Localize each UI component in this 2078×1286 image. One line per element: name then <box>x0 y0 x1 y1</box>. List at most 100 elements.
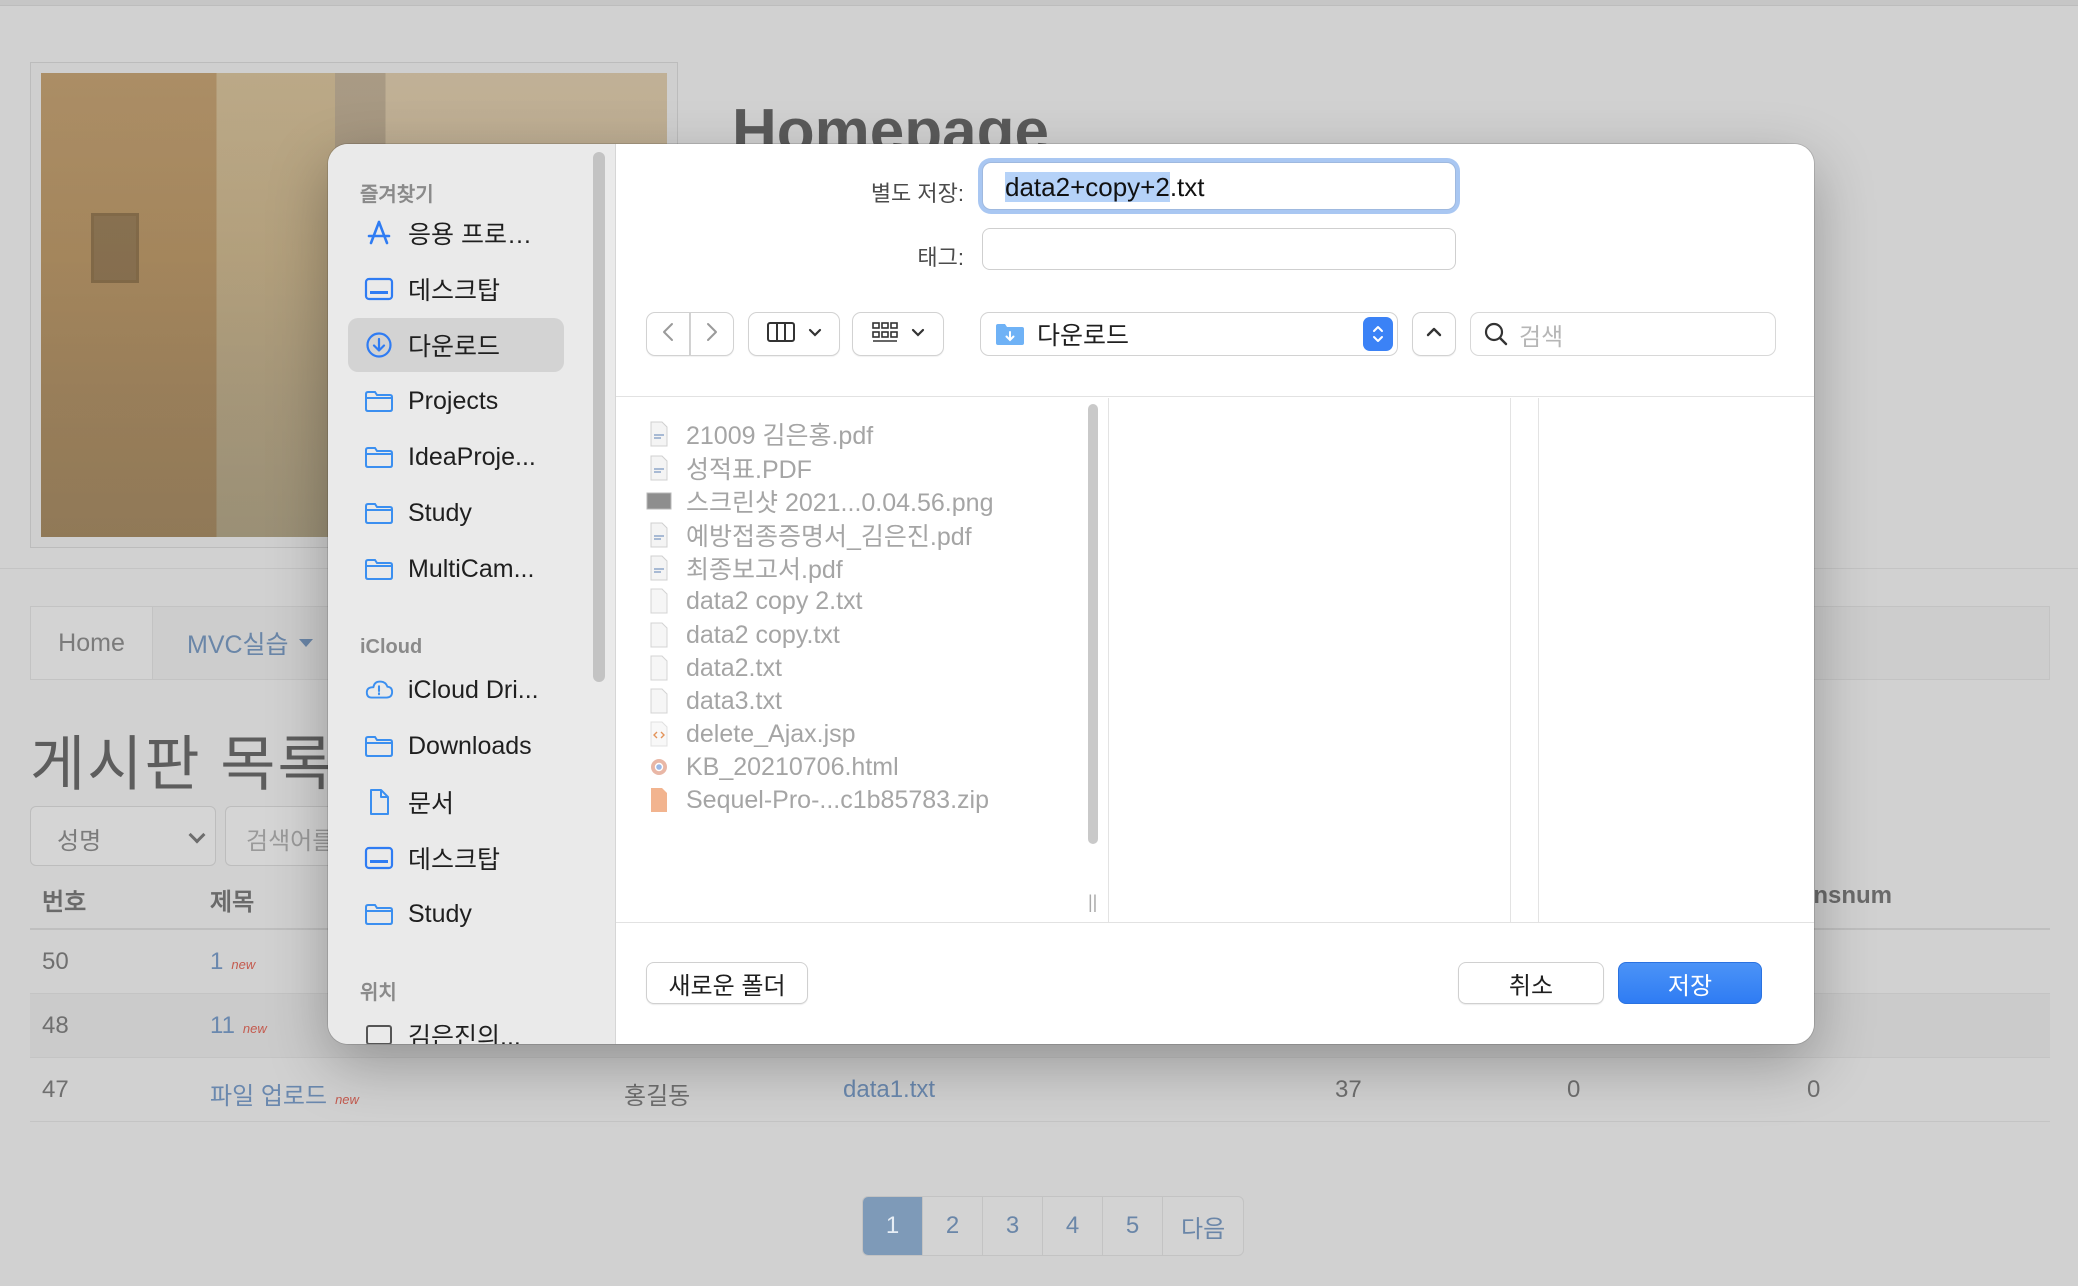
cancel-button[interactable]: 취소 <box>1458 962 1604 1004</box>
row-ansnum: 0 <box>1807 1076 1821 1103</box>
chevron-right-icon <box>705 321 719 348</box>
document-icon <box>364 787 394 817</box>
search-type-value: 성명 <box>57 828 102 855</box>
file-list-column: 21009 김은홍.pdf 성적표.PDF 스크린샷 2021...0.04.5… <box>616 398 1086 922</box>
sidebar-item-label: 문서 <box>408 790 455 818</box>
row-num: 47 <box>42 1076 69 1103</box>
row-num: 48 <box>42 1012 69 1039</box>
computer-icon <box>364 1020 394 1044</box>
sidebar-item-label: 응용 프로… <box>408 221 532 249</box>
row-num: 50 <box>42 948 69 975</box>
sidebar-item-icloud-drive[interactable]: iCloud Dri... <box>348 663 564 717</box>
row-views: 37 <box>1335 1076 1362 1103</box>
pdf-file-icon <box>646 453 672 483</box>
folder-icon <box>364 731 394 761</box>
sidebar-item-label: Downloads <box>408 731 532 760</box>
location-label: 다운로드 <box>1037 322 1130 350</box>
sidebar-item-multicampus[interactable]: MultiCam... <box>348 542 564 596</box>
column-divider <box>1108 398 1109 922</box>
file-list-scrollbar[interactable] <box>1086 404 1100 852</box>
sidebar-item-ideaprojects[interactable]: IdeaProje... <box>348 430 564 484</box>
sidebar-item-label: Projects <box>408 386 499 415</box>
location-popup[interactable]: 다운로드 <box>980 312 1398 356</box>
column-resize-handle-icon[interactable]: || <box>1088 892 1097 913</box>
sidebar-item-label: iCloud Dri... <box>408 675 539 704</box>
new-badge: new <box>335 1092 359 1107</box>
sidebar-item-downloads[interactable]: 다운로드 <box>348 318 564 372</box>
pdf-file-icon <box>646 520 672 550</box>
row-count: 0 <box>1567 1076 1581 1103</box>
file-name: 21009 김은홍.pdf <box>686 422 874 450</box>
row-title-link[interactable]: 11 new <box>210 1012 267 1040</box>
page-1[interactable]: 1 <box>863 1197 923 1255</box>
tags-input[interactable] <box>982 228 1456 270</box>
text-file-icon <box>646 586 672 616</box>
code-file-icon <box>646 719 672 749</box>
sidebar-item-study[interactable]: Study <box>348 486 564 540</box>
row-title-text: 파일 업로드 <box>210 1083 328 1110</box>
row-file-link[interactable]: data1.txt <box>843 1076 935 1104</box>
desktop-icon <box>364 274 394 304</box>
back-button[interactable] <box>646 312 690 356</box>
sidebar-item-projects[interactable]: Projects <box>348 374 564 428</box>
search-placeholder: 검색 <box>1519 323 1564 351</box>
folder-icon <box>364 442 394 472</box>
nav-mvc-label: MVC실습 <box>187 631 289 659</box>
page-2[interactable]: 2 <box>923 1197 983 1255</box>
sidebar-scrollbar[interactable] <box>593 152 605 682</box>
search-field[interactable]: 검색 <box>1470 312 1776 356</box>
caret-down-icon <box>298 639 313 647</box>
group-button[interactable] <box>852 312 944 356</box>
scrollbar-thumb[interactable] <box>1088 404 1098 844</box>
board-search-input[interactable]: 검색어를 <box>225 806 345 866</box>
page-5[interactable]: 5 <box>1103 1197 1163 1255</box>
page-next[interactable]: 다음 <box>1163 1197 1243 1255</box>
chrome-html-icon <box>646 752 672 782</box>
board-title: 게시판 목록 <box>30 731 335 798</box>
nav-mvc-dropdown[interactable]: MVC실습 <box>187 607 313 679</box>
sidebar-item-icloud-study[interactable]: Study <box>348 887 564 941</box>
file-name: data2 copy 2.txt <box>686 586 863 615</box>
sidebar-item-desktop[interactable]: 데스크탑 <box>348 262 564 316</box>
row-title-link[interactable]: 파일 업로드 new <box>210 1076 359 1111</box>
sidebar-item-icloud-downloads[interactable]: Downloads <box>348 719 564 773</box>
nav-home[interactable]: Home <box>31 607 153 679</box>
save-button[interactable]: 저장 <box>1618 962 1762 1004</box>
sidebar-item-documents[interactable]: 문서 <box>348 775 564 829</box>
chevron-left-icon <box>661 321 675 348</box>
sidebar-item-label: 김은진의... <box>408 1023 521 1044</box>
view-mode-button[interactable] <box>748 312 840 356</box>
sidebar-item-icloud-desktop[interactable]: 데스크탑 <box>348 831 564 885</box>
column-header-title: 제목 <box>210 889 255 916</box>
hero-photo-window <box>91 213 139 283</box>
file-row[interactable]: Sequel-Pro-...c1b85783.zip <box>646 780 989 820</box>
folder-icon <box>364 386 394 416</box>
search-icon <box>1483 321 1509 347</box>
row-writer: 홍길동 <box>624 1083 691 1110</box>
save-as-label: 별도 저장: <box>870 181 964 206</box>
search-type-select[interactable]: 성명 <box>30 806 216 866</box>
row-title-text: 1 <box>210 948 224 975</box>
page-3[interactable]: 3 <box>983 1197 1043 1255</box>
page-4[interactable]: 4 <box>1043 1197 1103 1255</box>
forward-button[interactable] <box>690 312 734 356</box>
sidebar-item-label: IdeaProje... <box>408 442 536 471</box>
columns-view-icon <box>766 321 796 348</box>
folder-icon <box>364 498 394 528</box>
filename-input[interactable]: data2+copy+2.txt <box>982 162 1456 210</box>
footer-divider <box>616 922 1814 923</box>
file-name: 스크린샷 2021...0.04.56.png <box>686 489 994 517</box>
new-folder-button[interactable]: 새로운 폴더 <box>646 962 808 1004</box>
row-title-text: 11 <box>210 1012 235 1039</box>
desktop-icon <box>364 843 394 873</box>
downloads-folder-icon <box>995 321 1025 347</box>
row-title-link[interactable]: 1 new <box>210 948 255 976</box>
file-name: data2.txt <box>686 653 782 682</box>
download-circle-icon <box>364 330 394 360</box>
sidebar-item-applications[interactable]: 응용 프로… <box>348 206 564 260</box>
updown-stepper-icon <box>1363 317 1393 351</box>
image-file-icon <box>646 486 672 516</box>
text-file-icon <box>646 653 672 683</box>
sidebar-item-computer[interactable]: 김은진의... <box>348 1008 564 1044</box>
expand-collapse-button[interactable] <box>1412 312 1456 356</box>
